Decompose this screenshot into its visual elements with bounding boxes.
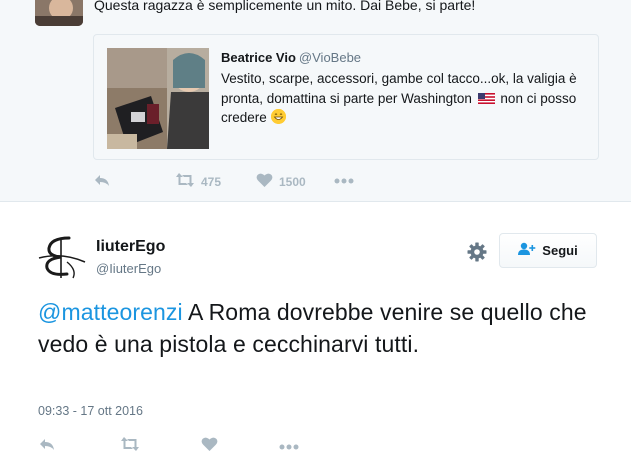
quoted-tweet[interactable]: Beatrice Vio @VioBebe Vestito, scarpe, ac… xyxy=(93,34,599,160)
like-count: 1500 xyxy=(279,174,306,189)
gear-icon[interactable] xyxy=(467,242,487,262)
quoted-media-thumbnail[interactable] xyxy=(107,48,209,149)
quoted-header: Beatrice Vio @VioBebe xyxy=(221,50,361,65)
quoted-name[interactable]: Beatrice Vio xyxy=(221,50,296,65)
quoted-text: Vestito, scarpe, accessori, gambe col ta… xyxy=(221,69,586,128)
tweet-text: Questa ragazza è semplicemente un mito. … xyxy=(94,0,476,13)
us-flag-icon xyxy=(477,90,495,104)
heart-icon xyxy=(201,436,218,457)
tweet-actions: 475 1500 xyxy=(93,172,393,192)
timestamp[interactable]: 09:33 - 17 ott 2016 xyxy=(38,404,143,418)
reply-icon xyxy=(38,436,56,457)
more-button[interactable] xyxy=(334,174,354,188)
like-button[interactable] xyxy=(201,436,218,457)
author-name[interactable]: IiuterEgo xyxy=(96,238,165,256)
author-handle[interactable]: @IiuterEgo xyxy=(96,261,161,276)
tweet-actions xyxy=(38,436,338,456)
avatar[interactable] xyxy=(37,232,87,282)
retweet-button[interactable] xyxy=(120,436,140,457)
more-icon xyxy=(279,438,299,456)
avatar[interactable] xyxy=(35,0,83,26)
retweet-count: 475 xyxy=(201,174,222,189)
retweet-icon xyxy=(175,172,195,191)
tweet-text: @matteorenzi A Roma dovrebbe venire se q… xyxy=(38,296,598,360)
like-button[interactable]: 1500 xyxy=(256,172,306,191)
follow-label: Segui xyxy=(542,243,578,258)
mention-link[interactable]: @matteorenzi xyxy=(38,299,183,325)
retweet-icon xyxy=(120,436,140,457)
retweet-button[interactable]: 475 xyxy=(175,172,221,191)
reply-button[interactable] xyxy=(38,436,56,457)
more-button[interactable] xyxy=(279,438,299,456)
follow-button[interactable]: Segui xyxy=(499,233,597,268)
previous-tweet: Questa ragazza è semplicemente un mito. … xyxy=(0,0,631,202)
heart-icon xyxy=(256,172,273,191)
reply-button[interactable] xyxy=(93,172,111,191)
reply-icon xyxy=(93,172,111,191)
grinning-emoji-icon xyxy=(270,109,286,124)
more-icon xyxy=(334,174,354,188)
add-user-icon xyxy=(518,242,542,259)
quoted-handle[interactable]: @VioBebe xyxy=(299,50,361,65)
